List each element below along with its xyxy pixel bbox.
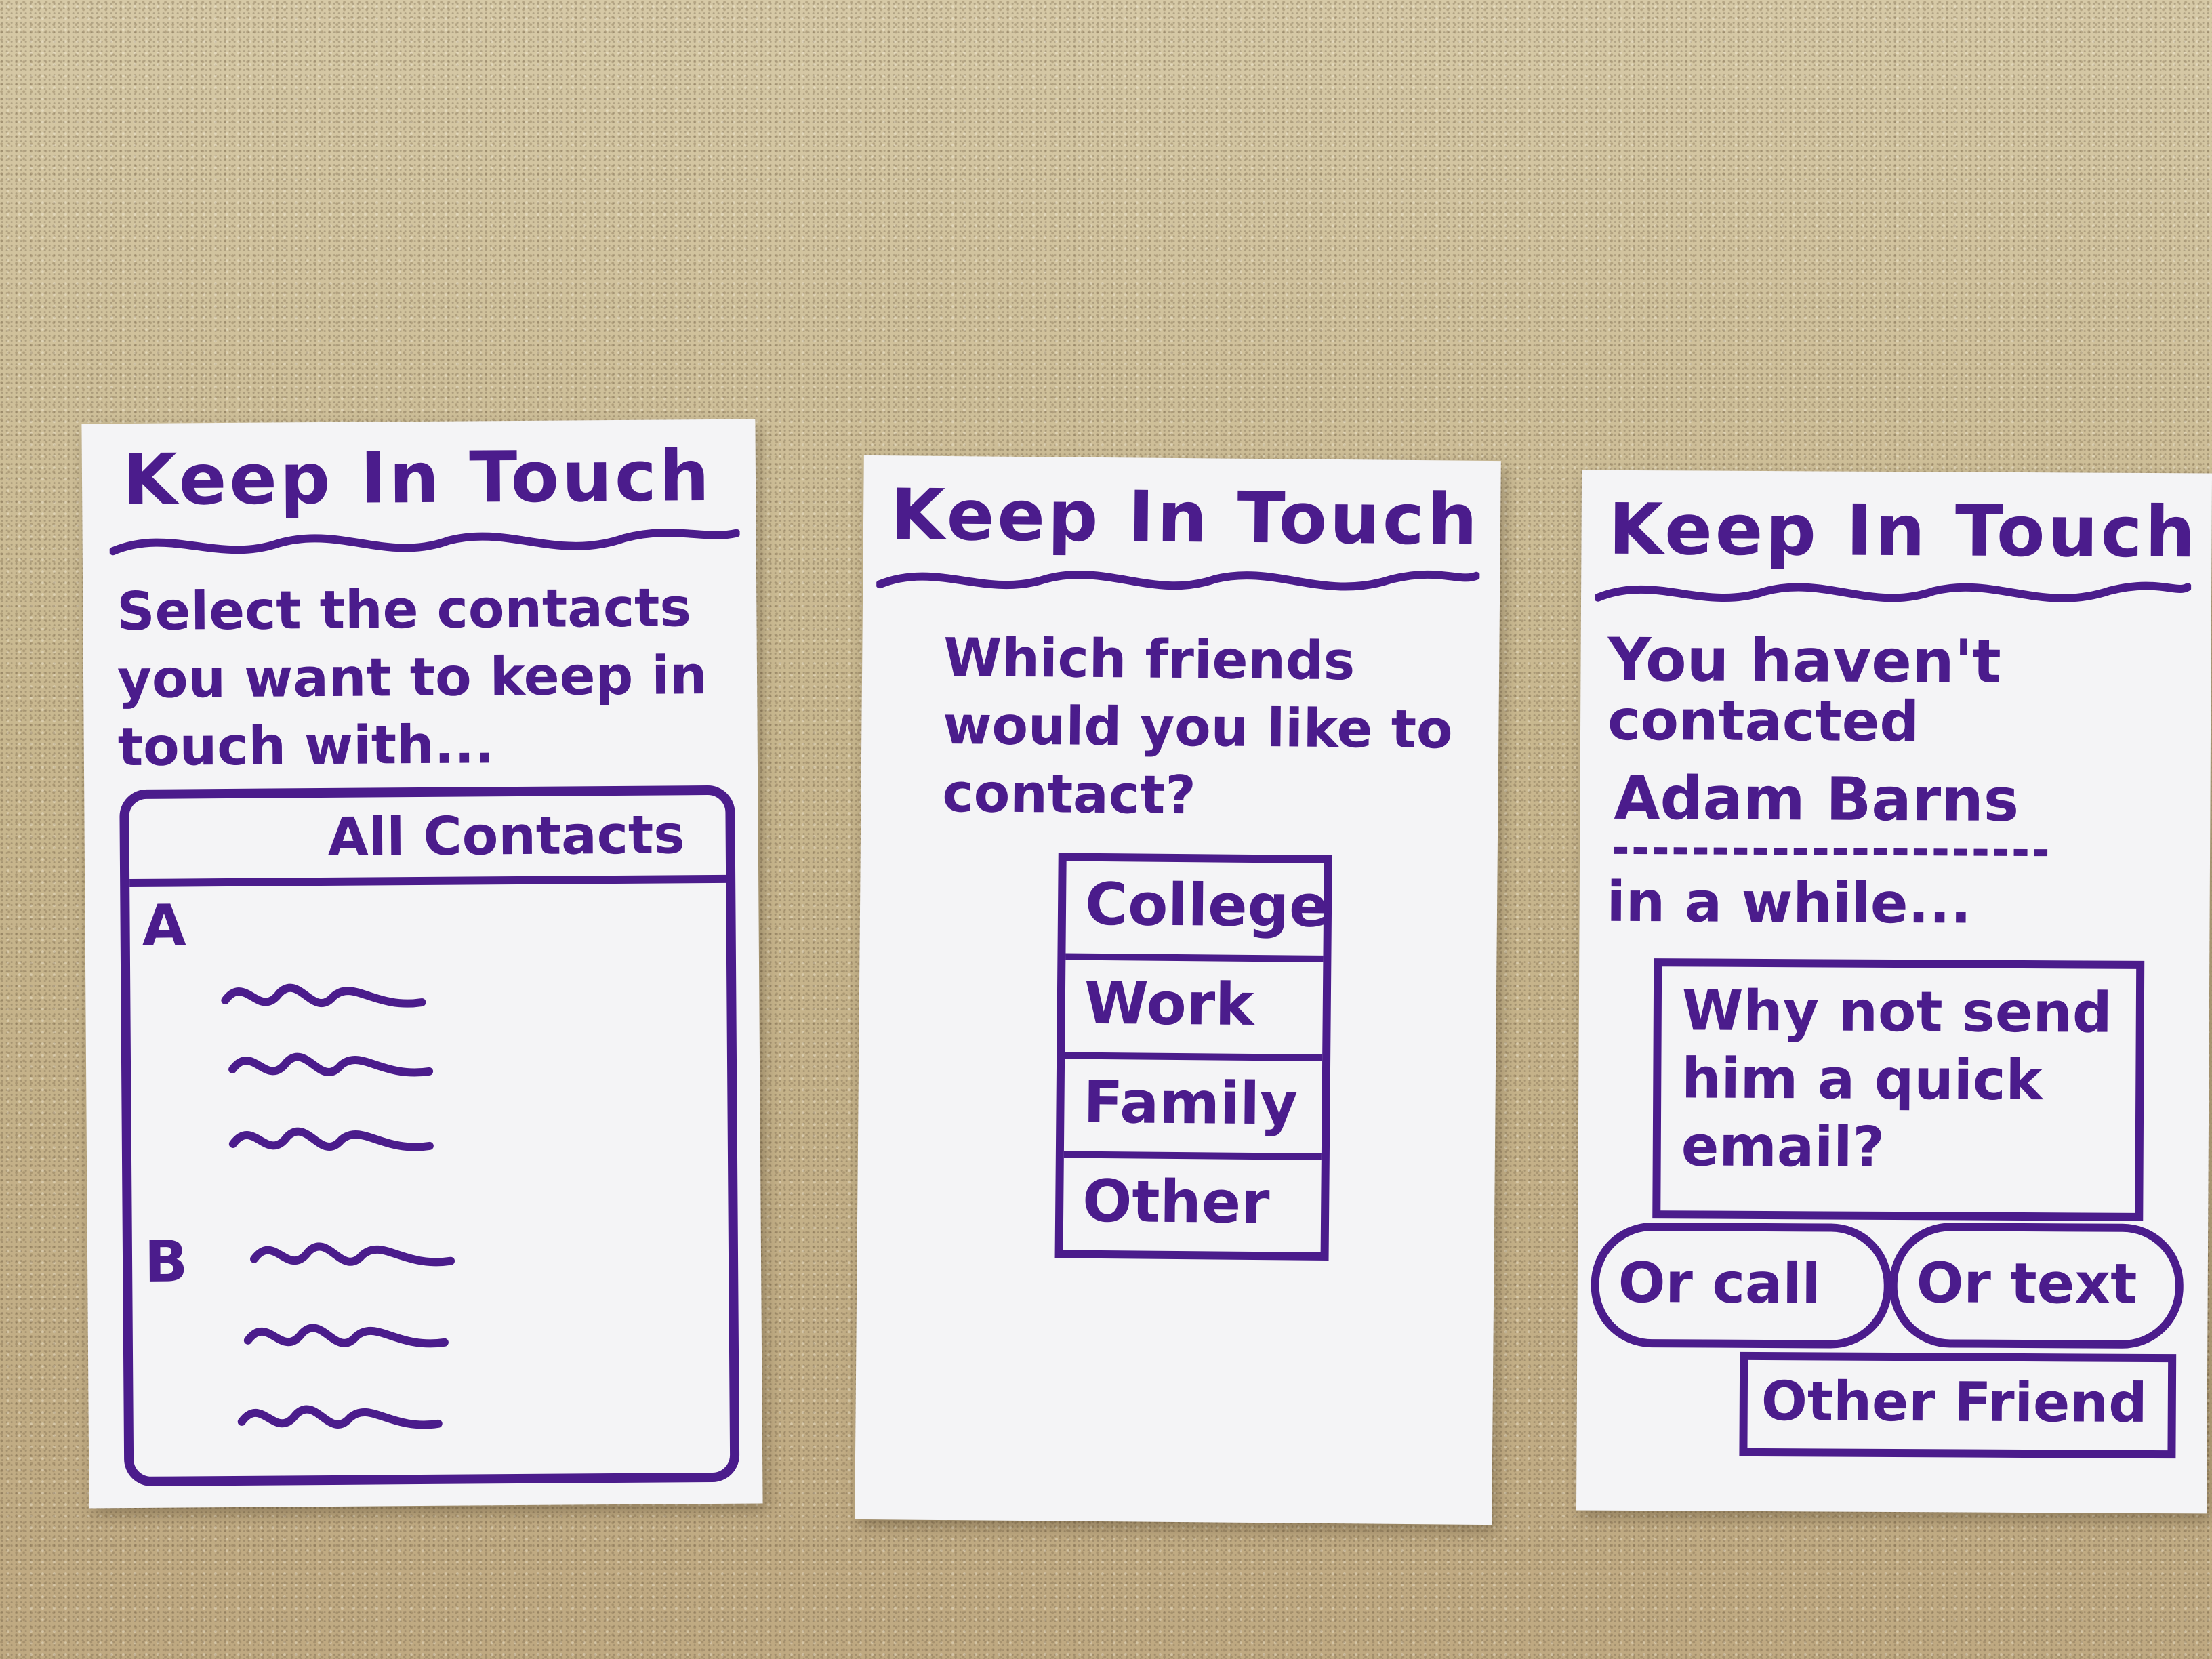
group-list: College Work Family Other bbox=[1054, 853, 1332, 1261]
group-other-button[interactable]: Other bbox=[1063, 1158, 1322, 1252]
email-suggestion-button[interactable]: Why not send him a quick email? bbox=[1652, 958, 2145, 1221]
name-underline bbox=[1614, 846, 2048, 857]
app-title: Keep In Touch bbox=[122, 434, 713, 522]
screen-select-contacts: Keep In Touch Select the contacts you wa… bbox=[81, 419, 763, 1509]
list-header: All Contacts bbox=[129, 794, 726, 888]
reminder-text-line3: in a while... bbox=[1606, 869, 1972, 937]
reminder-text-line1: You haven't bbox=[1607, 624, 2001, 697]
text-button[interactable]: Or text bbox=[1889, 1222, 2184, 1349]
section-letter-a: A bbox=[142, 892, 186, 959]
instruction-text: Select the contacts you want to keep in … bbox=[117, 577, 708, 779]
title-divider bbox=[1594, 581, 2192, 602]
contact-row[interactable] bbox=[226, 1041, 436, 1090]
group-college-button[interactable]: College bbox=[1065, 861, 1329, 962]
contacts-list[interactable]: All Contacts A B bbox=[119, 785, 740, 1487]
title-divider bbox=[876, 570, 1480, 591]
other-friend-button[interactable]: Other Friend bbox=[1739, 1351, 2177, 1459]
contact-row[interactable] bbox=[234, 1393, 445, 1442]
call-button[interactable]: Or call bbox=[1591, 1222, 1893, 1349]
list-header-label: All Contacts bbox=[327, 804, 685, 868]
contact-row[interactable] bbox=[226, 1115, 436, 1164]
question-text: Which friends would you like to contact? bbox=[942, 627, 1453, 827]
app-title: Keep In Touch bbox=[1608, 487, 2198, 574]
group-family-button[interactable]: Family bbox=[1063, 1059, 1323, 1160]
title-divider bbox=[109, 529, 740, 556]
screen-reminder: Keep In Touch You haven't contacted Adam… bbox=[1576, 470, 2212, 1514]
contact-name: Adam Barns bbox=[1614, 762, 2020, 835]
contact-row[interactable] bbox=[218, 972, 428, 1021]
screen-choose-group: Keep In Touch Which friends would you li… bbox=[855, 455, 1501, 1525]
contact-row[interactable] bbox=[247, 1231, 457, 1279]
group-work-button[interactable]: Work bbox=[1065, 960, 1324, 1061]
contact-row[interactable] bbox=[241, 1312, 451, 1361]
app-title: Keep In Touch bbox=[890, 473, 1481, 561]
email-suggestion-text: Why not send him a quick email? bbox=[1681, 979, 2112, 1180]
reminder-text-line2: contacted bbox=[1607, 688, 1920, 755]
section-letter-b: B bbox=[144, 1228, 188, 1295]
